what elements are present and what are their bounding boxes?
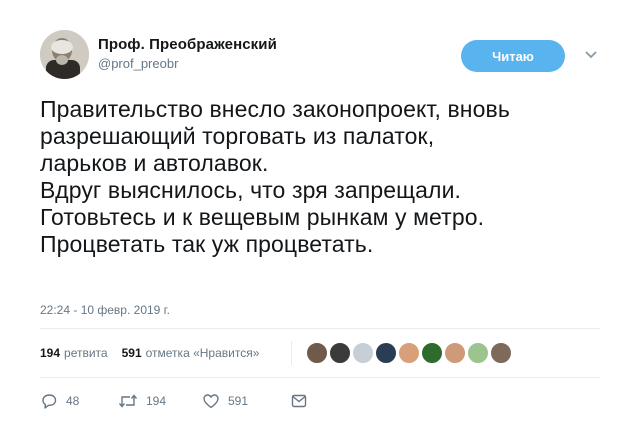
liker-avatar[interactable] [375, 342, 397, 364]
reply-count: 48 [66, 394, 80, 408]
tweet-line: ларьков и автолавок. [40, 150, 269, 176]
divider [40, 328, 600, 329]
envelope-icon [291, 394, 307, 408]
retweet-icon [118, 394, 138, 408]
author-block: Проф. Преображенский @prof_preobr [98, 36, 277, 71]
liker-avatar[interactable] [444, 342, 466, 364]
retweet-stat[interactable]: 194 ретвита [40, 346, 108, 360]
liker-avatar[interactable] [467, 342, 489, 364]
liker-avatar[interactable] [490, 342, 512, 364]
heart-icon [203, 394, 219, 409]
divider [40, 377, 600, 378]
tweet-line: разрешающий торговать из палаток, [40, 123, 435, 149]
like-stat-count: 591 [121, 346, 142, 360]
author-handle[interactable]: @prof_preobr [98, 56, 277, 71]
reply-icon [42, 394, 57, 409]
direct-message-button[interactable] [290, 392, 308, 410]
liker-avatar[interactable] [421, 342, 443, 364]
liker-avatar[interactable] [329, 342, 351, 364]
tweet-line: Готовьтесь и к вещевым рынкам у метро. [40, 204, 485, 230]
liker-avatar[interactable] [306, 342, 328, 364]
liker-avatar[interactable] [352, 342, 374, 364]
liker-avatar[interactable] [398, 342, 420, 364]
retweet-stat-label: ретвита [64, 346, 108, 360]
liker-avatars [306, 342, 513, 364]
tweet-card: Проф. Преображенский @prof_preobr Читаю … [0, 0, 639, 438]
action-bar: 48 194 591 [40, 392, 308, 410]
tweet-line: Правительство внесло законопроект, вновь [40, 96, 510, 122]
retweet-stat-count: 194 [40, 346, 61, 360]
following-button[interactable]: Читаю [461, 40, 565, 72]
tweet-timestamp[interactable]: 22:24 - 10 февр. 2019 г. [40, 303, 170, 317]
avatar[interactable] [40, 30, 89, 79]
like-stat[interactable]: 591 отметка «Нравится» [122, 346, 260, 360]
retweet-button[interactable]: 194 [118, 392, 202, 410]
like-count: 591 [228, 394, 249, 408]
tweet-text: Правительство внесло законопроект, вновь… [40, 96, 620, 258]
retweet-count: 194 [146, 394, 167, 408]
stats-row: 194 ретвита 591 отметка «Нравится» [40, 346, 273, 360]
chevron-down-icon[interactable] [584, 50, 598, 60]
tweet-line: Вдруг выяснилось, что зря запрещали. [40, 177, 462, 203]
like-stat-label: отметка «Нравится» [145, 346, 260, 360]
vertical-divider [291, 341, 292, 365]
avatar-portrait-icon [40, 30, 89, 79]
like-button[interactable]: 591 [202, 392, 290, 410]
tweet-line: Процветать так уж процветать. [40, 231, 374, 257]
author-name[interactable]: Проф. Преображенский [98, 36, 277, 53]
reply-button[interactable]: 48 [40, 392, 118, 410]
